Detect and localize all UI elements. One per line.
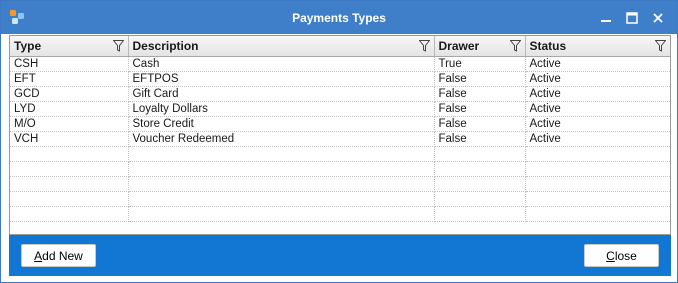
empty-row — [10, 146, 670, 162]
payment-types-grid[interactable]: Type Description Drawer Status CSH Cash … — [9, 35, 671, 235]
cell-drawer[interactable]: False — [434, 71, 526, 87]
cell-description[interactable]: Cash — [128, 56, 435, 72]
cell-description[interactable]: Gift Card — [128, 86, 435, 102]
empty-row — [10, 176, 670, 192]
cell-description[interactable]: Loyalty Dollars — [128, 101, 435, 117]
table-row[interactable]: CSH Cash True Active — [10, 56, 670, 72]
window-title: Payments Types — [292, 11, 386, 25]
column-header-label: Status — [529, 39, 567, 53]
table-row[interactable]: M/O Store Credit False Active — [10, 116, 670, 132]
cell-type — [10, 206, 129, 222]
filter-icon[interactable] — [655, 40, 666, 52]
close-mnemonic: C — [606, 248, 615, 263]
cell-status[interactable]: Active — [525, 116, 670, 132]
title-bar[interactable]: Payments Types — [1, 1, 677, 34]
cell-status — [525, 176, 670, 192]
cell-description — [128, 161, 435, 177]
cell-drawer[interactable]: True — [434, 56, 526, 72]
table-row[interactable]: EFT EFTPOS False Active — [10, 71, 670, 87]
payment-types-table: Type Description Drawer Status CSH Cash … — [10, 36, 670, 222]
cell-drawer[interactable]: False — [434, 86, 526, 102]
empty-row — [10, 191, 670, 207]
cell-type — [10, 191, 129, 207]
cell-drawer — [434, 191, 526, 207]
cell-type[interactable]: GCD — [10, 86, 129, 102]
payments-types-window: Payments Types Type Description Drawer S… — [0, 0, 678, 283]
cell-drawer — [434, 161, 526, 177]
empty-row — [10, 161, 670, 177]
filter-icon[interactable] — [112, 40, 124, 52]
cell-type — [10, 146, 129, 162]
cell-description[interactable]: Voucher Redeemed — [128, 131, 435, 147]
grid-body: CSH Cash True Active EFT EFTPOS False Active GCD… — [10, 56, 670, 222]
close-button[interactable]: Close — [584, 244, 659, 267]
table-row[interactable]: GCD Gift Card False Active — [10, 86, 670, 102]
cell-type[interactable]: VCH — [10, 131, 129, 147]
cell-type — [10, 161, 129, 177]
column-header-label: Description — [132, 39, 199, 53]
cell-status[interactable]: Active — [525, 56, 670, 72]
cell-type[interactable]: LYD — [10, 101, 129, 117]
cell-status — [525, 191, 670, 207]
filter-icon[interactable] — [418, 40, 430, 52]
column-header-label: Drawer — [438, 39, 480, 53]
add-new-label: dd New — [42, 248, 83, 263]
cell-description[interactable]: EFTPOS — [128, 71, 435, 87]
cell-drawer[interactable]: False — [434, 101, 526, 117]
cell-drawer — [434, 146, 526, 162]
column-header-description[interactable]: Description — [128, 36, 435, 57]
cell-status[interactable]: Active — [525, 101, 670, 117]
cell-status — [525, 146, 670, 162]
cell-drawer[interactable]: False — [434, 116, 526, 132]
cell-status — [525, 161, 670, 177]
cell-status[interactable]: Active — [525, 71, 670, 87]
cell-description — [128, 176, 435, 192]
maximize-icon — [626, 12, 638, 24]
add-new-button[interactable]: Add New — [21, 244, 96, 267]
cell-type[interactable]: CSH — [10, 56, 129, 72]
cell-type[interactable]: M/O — [10, 116, 129, 132]
column-header-label: Type — [14, 39, 42, 53]
cell-description — [128, 191, 435, 207]
cell-description — [128, 206, 435, 222]
column-header-drawer[interactable]: Drawer — [434, 36, 526, 57]
close-window-button[interactable] — [647, 7, 669, 29]
cell-type[interactable]: EFT — [10, 71, 129, 87]
cell-drawer — [434, 176, 526, 192]
cell-type — [10, 176, 129, 192]
footer-bar: Add New Close — [9, 235, 671, 276]
cell-description — [128, 146, 435, 162]
column-header-status[interactable]: Status — [525, 36, 670, 57]
column-header-type[interactable]: Type — [10, 36, 129, 57]
cell-status[interactable]: Active — [525, 86, 670, 102]
close-label: lose — [614, 248, 637, 263]
cell-drawer[interactable]: False — [434, 131, 526, 147]
cell-description[interactable]: Store Credit — [128, 116, 435, 132]
empty-row — [10, 206, 670, 222]
close-icon — [653, 13, 663, 23]
filter-icon[interactable] — [509, 40, 521, 52]
add-new-mnemonic: A — [34, 248, 43, 263]
cell-status[interactable]: Active — [525, 131, 670, 147]
table-row[interactable]: LYD Loyalty Dollars False Active — [10, 101, 670, 117]
cell-status — [525, 206, 670, 222]
maximize-button[interactable] — [621, 7, 643, 29]
cell-drawer — [434, 206, 526, 222]
minimize-icon — [601, 20, 611, 22]
header-row: Type Description Drawer Status — [10, 36, 670, 57]
minimize-button[interactable] — [595, 7, 617, 29]
table-row[interactable]: VCH Voucher Redeemed False Active — [10, 131, 670, 147]
